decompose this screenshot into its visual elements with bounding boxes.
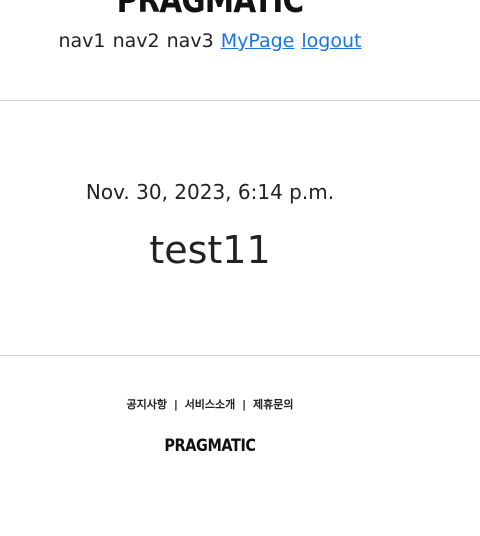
nav-item-nav1[interactable]: nav1: [58, 30, 105, 52]
footer-links: 공지사항 | 서비스소개 | 제휴문의: [0, 396, 420, 412]
footer-link-partnership[interactable]: 제휴문의: [253, 398, 293, 411]
page: PRAGMATIC nav1 nav2 nav3 MyPage logout N…: [0, 0, 480, 536]
nav-item-nav2[interactable]: nav2: [113, 30, 160, 52]
footer-divider: [0, 355, 480, 356]
footer-link-notice[interactable]: 공지사항: [126, 398, 166, 411]
footer-logo: PRAGMATIC: [164, 436, 256, 456]
footer-separator: |: [173, 398, 178, 411]
site-logo[interactable]: PRAGMATIC: [38, 0, 382, 21]
mypage-link[interactable]: MyPage: [221, 30, 295, 52]
footer-link-service-intro[interactable]: 서비스소개: [185, 398, 236, 411]
nav-item-nav3[interactable]: nav3: [167, 30, 214, 52]
footer-separator: |: [242, 398, 247, 411]
header-divider: [0, 100, 480, 101]
article-date: Nov. 30, 2023, 6:14 p.m.: [85, 180, 335, 204]
site-header: PRAGMATIC nav1 nav2 nav3 MyPage logout: [0, 0, 480, 100]
logout-link[interactable]: logout: [301, 30, 361, 52]
article-title: test11: [149, 228, 271, 272]
main-nav: nav1 nav2 nav3 MyPage logout: [0, 30, 420, 52]
